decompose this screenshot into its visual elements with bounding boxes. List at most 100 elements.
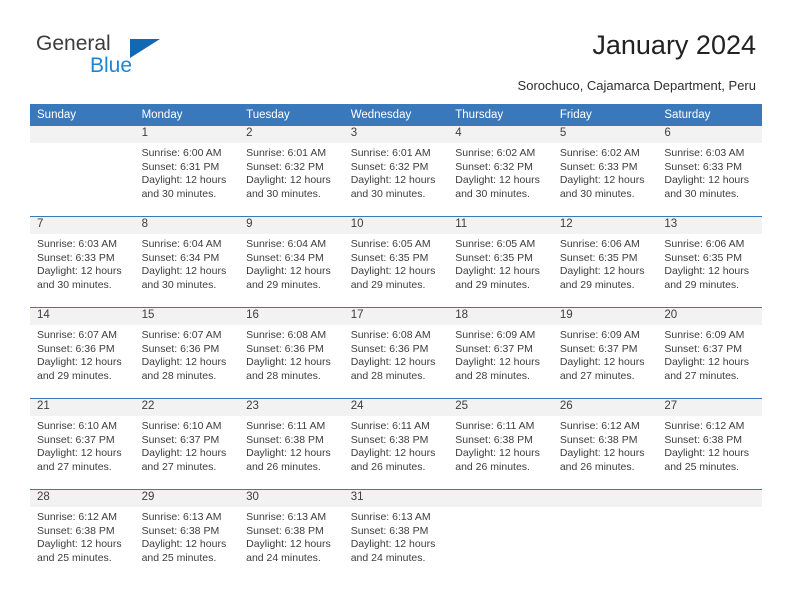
day-details: Sunrise: 6:09 AM Sunset: 6:37 PM Daylight:…: [448, 325, 553, 383]
sunrise-text: Sunrise: 6:06 AM: [559, 238, 640, 250]
daylight-text-line2: and 27 minutes.: [37, 460, 112, 473]
daylight-text-line1: Daylight: 12 hours: [246, 356, 331, 369]
day-details: Sunrise: 6:06 AM Sunset: 6:35 PM Daylight:…: [657, 234, 762, 292]
day-cell-content: 16 Sunrise: 6:08 AM Sunset: 6:36 PM Dayligh…: [239, 308, 344, 398]
day-details: Sunrise: 6:12 AM Sunset: 6:38 PM Daylight:…: [657, 416, 762, 474]
daylight-text-line2: and 26 minutes.: [350, 460, 426, 473]
generalblue-logo[interactable]: General Blue: [36, 32, 236, 84]
calendar-day-cell[interactable]: 5 Sunrise: 6:02 AM Sunset: 6:33 PM Daylight…: [552, 126, 658, 217]
daylight-text-line1: Daylight: 12 hours: [350, 174, 436, 187]
daylight-text-line2: and 29 minutes.: [455, 278, 530, 291]
sunset-text: Sunset: 6:38 PM: [664, 433, 743, 446]
day-cell-content: [657, 490, 762, 580]
daylight-text-line2: and 26 minutes.: [559, 460, 635, 473]
day-cell-content: 9 Sunrise: 6:04 AM Sunset: 6:34 PM Daylight…: [239, 217, 344, 307]
calendar-day-cell[interactable]: 7 Sunrise: 6:03 AM Sunset: 6:33 PM Daylight…: [30, 216, 135, 308]
sunset-text: Sunset: 6:33 PM: [37, 251, 115, 264]
daylight-text-line2: and 29 minutes.: [246, 278, 321, 291]
calendar-day-cell[interactable]: 25 Sunrise: 6:11 AM Sunset: 6:38 PM Dayligh…: [448, 398, 553, 490]
weekday-header-monday: Monday: [134, 104, 240, 126]
calendar-day-cell[interactable]: 14 Sunrise: 6:07 AM Sunset: 6:36 PM Dayligh…: [30, 307, 135, 399]
calendar-body: 1 Sunrise: 6:00 AM Sunset: 6:31 PM Daylight…: [30, 126, 762, 580]
calendar-day-cell[interactable]: 10 Sunrise: 6:05 AM Sunset: 6:35 PM Dayligh…: [343, 216, 449, 308]
day-details: [30, 143, 135, 147]
day-number: 11: [448, 217, 553, 234]
calendar-day-cell[interactable]: [552, 489, 658, 580]
day-number: 14: [30, 308, 135, 325]
sunrise-text: Sunrise: 6:09 AM: [664, 329, 745, 341]
logo-triangle-icon: [130, 39, 160, 58]
daylight-text-line1: Daylight: 12 hours: [455, 174, 540, 187]
calendar-day-cell[interactable]: 4 Sunrise: 6:02 AM Sunset: 6:32 PM Daylight…: [448, 126, 553, 217]
daylight-text-line2: and 26 minutes.: [246, 460, 321, 473]
day-number: 5: [552, 126, 658, 143]
day-cell-content: 25 Sunrise: 6:11 AM Sunset: 6:38 PM Dayligh…: [448, 399, 553, 489]
calendar-day-cell[interactable]: 3 Sunrise: 6:01 AM Sunset: 6:32 PM Daylight…: [343, 126, 449, 217]
sunset-text: Sunset: 6:38 PM: [246, 433, 324, 446]
calendar-day-cell[interactable]: 28 Sunrise: 6:12 AM Sunset: 6:38 PM Dayligh…: [30, 489, 135, 580]
daylight-text-line1: Daylight: 12 hours: [141, 538, 227, 551]
calendar-day-cell[interactable]: 19 Sunrise: 6:09 AM Sunset: 6:37 PM Dayligh…: [552, 307, 658, 399]
calendar-day-cell[interactable]: 2 Sunrise: 6:01 AM Sunset: 6:32 PM Daylight…: [239, 126, 344, 217]
daylight-text-line1: Daylight: 12 hours: [141, 447, 227, 460]
sunset-text: Sunset: 6:37 PM: [141, 433, 220, 446]
calendar-day-cell[interactable]: [30, 126, 135, 217]
day-number: 9: [239, 217, 344, 234]
calendar-day-cell[interactable]: 11 Sunrise: 6:05 AM Sunset: 6:35 PM Dayligh…: [448, 216, 553, 308]
calendar-day-cell[interactable]: 18 Sunrise: 6:09 AM Sunset: 6:37 PM Dayligh…: [448, 307, 553, 399]
calendar-day-cell[interactable]: 31 Sunrise: 6:13 AM Sunset: 6:38 PM Dayligh…: [343, 489, 449, 580]
day-cell-content: 1 Sunrise: 6:00 AM Sunset: 6:31 PM Daylight…: [134, 126, 240, 216]
calendar-day-cell[interactable]: 30 Sunrise: 6:13 AM Sunset: 6:38 PM Dayligh…: [239, 489, 344, 580]
daylight-text-line2: and 30 minutes.: [141, 187, 217, 200]
day-cell-content: 17 Sunrise: 6:08 AM Sunset: 6:36 PM Dayligh…: [343, 308, 449, 398]
calendar-day-cell[interactable]: [448, 489, 553, 580]
calendar-day-cell[interactable]: 23 Sunrise: 6:11 AM Sunset: 6:38 PM Dayligh…: [239, 398, 344, 490]
calendar-day-cell[interactable]: 12 Sunrise: 6:06 AM Sunset: 6:35 PM Dayligh…: [552, 216, 658, 308]
calendar-day-cell[interactable]: 13 Sunrise: 6:06 AM Sunset: 6:35 PM Dayligh…: [657, 216, 762, 308]
calendar-day-cell[interactable]: 8 Sunrise: 6:04 AM Sunset: 6:34 PM Daylight…: [134, 216, 240, 308]
daylight-text-line1: Daylight: 12 hours: [246, 174, 331, 187]
calendar-day-cell[interactable]: 20 Sunrise: 6:09 AM Sunset: 6:37 PM Dayligh…: [657, 307, 762, 399]
daylight-text-line2: and 25 minutes.: [141, 551, 217, 564]
daylight-text-line1: Daylight: 12 hours: [141, 265, 227, 278]
weekday-header-tuesday: Tuesday: [239, 104, 344, 126]
day-details: Sunrise: 6:03 AM Sunset: 6:33 PM Daylight:…: [30, 234, 135, 292]
calendar-day-cell[interactable]: 6 Sunrise: 6:03 AM Sunset: 6:33 PM Daylight…: [657, 126, 762, 217]
sunset-text: Sunset: 6:31 PM: [141, 160, 220, 173]
calendar-day-cell[interactable]: 26 Sunrise: 6:12 AM Sunset: 6:38 PM Dayligh…: [552, 398, 658, 490]
calendar-day-cell[interactable]: 27 Sunrise: 6:12 AM Sunset: 6:38 PM Dayligh…: [657, 398, 762, 490]
sunrise-text: Sunrise: 6:07 AM: [141, 329, 222, 341]
calendar-day-cell[interactable]: 22 Sunrise: 6:10 AM Sunset: 6:37 PM Dayligh…: [134, 398, 240, 490]
sunrise-text: Sunrise: 6:02 AM: [455, 147, 536, 159]
day-number: 29: [134, 490, 240, 507]
daylight-text-line1: Daylight: 12 hours: [246, 265, 331, 278]
calendar-day-cell[interactable]: 29 Sunrise: 6:13 AM Sunset: 6:38 PM Dayligh…: [134, 489, 240, 580]
calendar-day-cell[interactable]: 21 Sunrise: 6:10 AM Sunset: 6:37 PM Dayligh…: [30, 398, 135, 490]
sunrise-text: Sunrise: 6:12 AM: [37, 511, 117, 523]
calendar-day-cell[interactable]: 24 Sunrise: 6:11 AM Sunset: 6:38 PM Dayligh…: [343, 398, 449, 490]
page-header: General Blue January 2024 Sorochuco, Caj…: [0, 0, 792, 98]
day-cell-content: 19 Sunrise: 6:09 AM Sunset: 6:37 PM Dayligh…: [552, 308, 658, 398]
calendar-day-cell[interactable]: 1 Sunrise: 6:00 AM Sunset: 6:31 PM Daylight…: [134, 126, 240, 217]
day-number: 10: [343, 217, 449, 234]
calendar-day-cell[interactable]: 17 Sunrise: 6:08 AM Sunset: 6:36 PM Dayligh…: [343, 307, 449, 399]
day-number: [552, 490, 658, 507]
calendar-day-cell[interactable]: [657, 489, 762, 580]
sunrise-text: Sunrise: 6:05 AM: [350, 238, 431, 250]
day-details: Sunrise: 6:10 AM Sunset: 6:37 PM Daylight:…: [30, 416, 135, 474]
daylight-text-line1: Daylight: 12 hours: [37, 356, 122, 369]
day-cell-content: 24 Sunrise: 6:11 AM Sunset: 6:38 PM Dayligh…: [343, 399, 449, 489]
daylight-text-line2: and 29 minutes.: [559, 278, 635, 291]
calendar-day-cell[interactable]: 16 Sunrise: 6:08 AM Sunset: 6:36 PM Dayligh…: [239, 307, 344, 399]
sunset-text: Sunset: 6:34 PM: [246, 251, 324, 264]
day-number: 22: [134, 399, 240, 416]
sunrise-text: Sunrise: 6:02 AM: [559, 147, 640, 159]
sunrise-text: Sunrise: 6:06 AM: [664, 238, 745, 250]
calendar-day-cell[interactable]: 9 Sunrise: 6:04 AM Sunset: 6:34 PM Daylight…: [239, 216, 344, 308]
sunrise-text: Sunrise: 6:00 AM: [141, 147, 222, 159]
daylight-text-line2: and 27 minutes.: [559, 369, 635, 382]
logo-text-general: General: [36, 32, 111, 55]
day-cell-content: 18 Sunrise: 6:09 AM Sunset: 6:37 PM Dayligh…: [448, 308, 553, 398]
day-cell-content: 22 Sunrise: 6:10 AM Sunset: 6:37 PM Dayligh…: [134, 399, 240, 489]
calendar-day-cell[interactable]: 15 Sunrise: 6:07 AM Sunset: 6:36 PM Dayligh…: [134, 307, 240, 399]
